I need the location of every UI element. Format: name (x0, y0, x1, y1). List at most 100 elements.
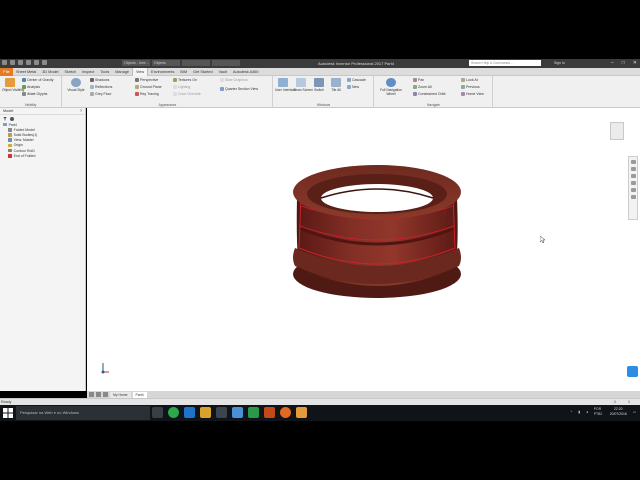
paint-icon[interactable] (264, 407, 275, 418)
tab-tools[interactable]: Tools (97, 68, 112, 76)
new-icon[interactable] (2, 60, 7, 65)
browser-help-icon[interactable]: ? (80, 109, 82, 113)
filter-icon[interactable] (3, 116, 7, 121)
shadows-button[interactable]: Shadows (90, 78, 109, 82)
home-view-button[interactable]: Home View (461, 92, 484, 96)
user-interface-button[interactable]: User Interface (275, 78, 296, 92)
quarter-section-view-button[interactable]: Quarter Section View (220, 87, 258, 91)
tree-node-icon (8, 148, 12, 153)
look-at-tool-icon[interactable] (630, 188, 636, 192)
reflections-icon (90, 85, 94, 89)
taskbar-search-input[interactable]: Pesquisar na Web e no Windows (16, 406, 150, 420)
help-search-input[interactable]: Search Help & Commands... (469, 60, 541, 66)
assistant-icon[interactable] (627, 366, 638, 377)
perspective-button[interactable]: Perspective (135, 78, 158, 82)
notifications-icon[interactable]: ▭ (633, 410, 636, 414)
edge-icon[interactable] (184, 407, 195, 418)
previous-view-button[interactable]: Previous (461, 85, 480, 89)
slice-graphics-button[interactable]: Slice Graphics (220, 78, 248, 82)
windows-start-icon[interactable] (3, 408, 13, 418)
home-icon[interactable] (42, 60, 47, 65)
task-view-icon[interactable] (152, 407, 163, 418)
perspective-icon (135, 78, 139, 82)
grey-floor-button[interactable]: Grey Floor (90, 92, 112, 96)
ground-plane-button[interactable]: Ground Plane (135, 85, 162, 89)
tab-3[interactable] (212, 60, 240, 66)
constrained-orbit-button[interactable]: Constrained Orbit (413, 92, 445, 96)
pan-tool-icon[interactable] (630, 167, 636, 171)
full-navigation-wheel-button[interactable]: Full Navigation Wheel (377, 78, 405, 96)
file-explorer-icon[interactable] (200, 407, 211, 418)
textures-on-button[interactable]: Textures On (173, 78, 197, 82)
zoom-tool-icon[interactable] (630, 174, 636, 178)
visibility-panel: Object Visibility Center of Gravity Anal… (0, 76, 62, 108)
tab-tile-icon[interactable] (96, 392, 101, 397)
new-window-button[interactable]: New (347, 85, 359, 89)
pan-button[interactable]: Pan (413, 78, 424, 82)
orbit-tool-icon[interactable] (630, 181, 636, 185)
ccleaner-icon[interactable] (248, 407, 259, 418)
tab-sketch[interactable]: Sketch (62, 68, 80, 76)
clean-screen-button[interactable]: Clean Screen (293, 78, 313, 92)
tab-vault[interactable]: Vault (216, 68, 230, 76)
tree-node[interactable]: End of Folded (3, 153, 85, 158)
network-icon[interactable]: ▮ (578, 410, 580, 414)
zoom-all-button[interactable]: Zoom All (413, 85, 432, 89)
firefox-icon[interactable] (280, 407, 291, 418)
spotify-icon[interactable] (168, 407, 179, 418)
visual-style-button[interactable]: Visual Style (65, 78, 87, 92)
object-visibility-button[interactable]: Object Visibility (2, 78, 24, 92)
tab-3d-model[interactable]: 3D Model (39, 68, 61, 76)
analysis-button[interactable]: Analysis (22, 85, 40, 89)
switch-button[interactable]: Switch (312, 78, 326, 92)
tab-2[interactable] (182, 60, 210, 66)
maximize-button[interactable]: □ (622, 60, 625, 66)
tile-all-button[interactable]: Tile All (329, 78, 343, 92)
center-of-gravity-button[interactable]: Center of Gravity (22, 78, 53, 82)
tab-inspect[interactable]: Inspect (79, 68, 97, 76)
volume-icon[interactable]: ◂ (586, 410, 588, 414)
color-override-button[interactable]: Color Override (173, 92, 201, 96)
window-controls: – □ ✕ (611, 60, 637, 66)
part4-tab[interactable]: Part4 (132, 391, 147, 398)
flanged-ring-part[interactable] (293, 165, 461, 298)
sign-in-link[interactable]: Sign In (554, 61, 565, 65)
imate-glyphs-button[interactable]: iMate Glyphs (22, 92, 47, 96)
viewcube-icon[interactable] (610, 122, 624, 140)
tab-environments[interactable]: Environments (148, 68, 177, 76)
tab-get-started[interactable]: Get Started (190, 68, 215, 76)
tab-1[interactable]: Objects (152, 60, 180, 66)
tab-manage[interactable]: Manage (112, 68, 132, 76)
undo-icon[interactable] (26, 60, 31, 65)
save-icon[interactable] (18, 60, 23, 65)
inventor-icon[interactable] (296, 407, 307, 418)
tray-arrow-icon[interactable]: ^ (571, 410, 573, 414)
clock[interactable]: 22:20 20/07/2016 (610, 407, 627, 416)
language-indicator[interactable]: POR PTB2 (594, 407, 604, 416)
nav-wheel-icon[interactable] (630, 160, 636, 164)
graphics-viewport[interactable] (87, 108, 640, 391)
tab-menu-icon[interactable] (103, 392, 108, 397)
ray-tracing-button[interactable]: Ray Tracing (135, 92, 159, 96)
cascade-button[interactable]: Cascade (347, 78, 366, 82)
tab-0[interactable]: Objects - Inve... (122, 60, 150, 66)
minimize-button[interactable]: – (611, 60, 614, 66)
look-at-button[interactable]: Look At (461, 78, 478, 82)
tab-view[interactable]: View (131, 67, 149, 76)
tab-sheet-metal[interactable]: Sheet Metal (13, 68, 39, 76)
nav-bar-options-icon[interactable] (630, 195, 636, 199)
reflections-button[interactable]: Reflections (90, 85, 112, 89)
file-menu-button[interactable]: File (0, 67, 13, 76)
open-icon[interactable] (10, 60, 15, 65)
tab-bim[interactable]: BIM (177, 68, 190, 76)
store-icon[interactable] (232, 407, 243, 418)
redo-icon[interactable] (34, 60, 39, 65)
close-button[interactable]: ✕ (633, 60, 637, 66)
browser-title[interactable]: Model (3, 109, 13, 113)
lighting-button[interactable]: Lighting (173, 85, 190, 89)
find-icon[interactable] (10, 116, 14, 121)
tab-autodesk-a360[interactable]: Autodesk A360 (230, 68, 262, 76)
calculator-icon[interactable] (216, 407, 227, 418)
tab-layout-icon[interactable] (89, 392, 94, 397)
my-home-tab[interactable]: My Home (110, 391, 131, 398)
